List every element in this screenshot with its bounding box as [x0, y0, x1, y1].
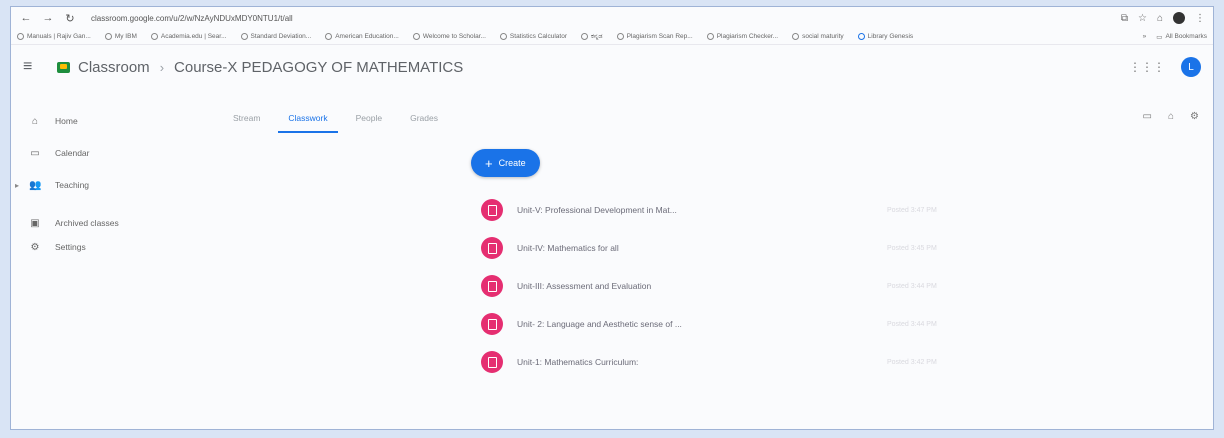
globe-icon [581, 33, 588, 40]
list-item[interactable]: Unit-IV: Mathematics for all Posted 3:45… [481, 229, 941, 267]
course-tabs: Stream Classwork People Grades [233, 113, 438, 133]
globe-icon [240, 33, 248, 40]
settings-icon: ⚙ [30, 241, 40, 253]
sidebar-item-teaching[interactable]: ▸ 👥 Teaching [11, 175, 201, 195]
browser-menu-icon[interactable]: ⋮ [1195, 13, 1205, 24]
classroom-logo-icon[interactable] [57, 61, 70, 73]
more-bookmarks-icon[interactable]: » [1143, 33, 1147, 40]
globe-icon [616, 33, 624, 40]
bookmark-item[interactable]: Statistics Calculator [499, 33, 567, 40]
assignment-icon [481, 313, 503, 335]
list-item[interactable]: Unit-V: Professional Development in Mat.… [481, 191, 941, 229]
browser-window: ← → ↻ classroom.google.com/u/2/w/NzAyNDU… [10, 6, 1214, 430]
bookmark-item[interactable]: My IBM [104, 33, 137, 40]
settings-icon[interactable]: ⚙ [1190, 111, 1199, 122]
sidebar-item-archived-classes[interactable]: ▣ Archived classes [11, 213, 201, 233]
globe-icon [499, 33, 507, 40]
tab-people[interactable]: People [356, 113, 382, 133]
address-bar-row: ← → ↻ classroom.google.com/u/2/w/NzAyNDU… [11, 7, 1213, 29]
apps-grid-icon[interactable]: ⋮⋮⋮ [1129, 60, 1165, 74]
cast-icon[interactable]: ⧉ [1121, 13, 1128, 24]
globe-icon [412, 33, 420, 40]
assignment-icon [481, 237, 503, 259]
tab-stream[interactable]: Stream [233, 113, 260, 133]
globe-icon [325, 33, 333, 40]
app-header: ≡ Classroom › Course-X PEDAGOGY OF MATHE… [11, 45, 1213, 89]
profile-icon[interactable] [1173, 12, 1185, 24]
folder-icon: ▭ [1156, 33, 1163, 41]
classwork-list: Unit-V: Professional Development in Mat.… [481, 191, 941, 381]
globe-icon [104, 33, 112, 40]
app-title[interactable]: Classroom [78, 59, 150, 76]
create-button[interactable]: + Create [471, 149, 540, 177]
chevron-right-icon: › [159, 59, 165, 75]
book-icon [857, 33, 865, 40]
assignment-icon [481, 351, 503, 373]
plus-icon: + [485, 155, 493, 171]
drive-folder-icon[interactable]: ⌂ [1168, 111, 1174, 122]
bookmark-item[interactable]: Manuals | Rajiv Gan... [17, 33, 91, 40]
sidebar-item-home[interactable]: ⌂ Home [11, 111, 201, 131]
bookmarks-bar: Manuals | Rajiv Gan... My IBM Academia.e… [11, 29, 1213, 45]
reload-icon[interactable]: ↻ [63, 12, 77, 25]
globe-icon [150, 33, 158, 40]
sidebar-item-settings[interactable]: ⚙ Settings [11, 237, 201, 257]
list-item[interactable]: Unit-III: Assessment and Evaluation Post… [481, 267, 941, 305]
bookmark-item[interactable]: ಕನ್ನಡ [581, 33, 603, 41]
sidebar: ⌂ Home ▭ Calendar ▸ 👥 Teaching ▣ Archive… [11, 111, 201, 269]
bookmark-item[interactable]: Plagiarism Checker... [706, 33, 778, 40]
tab-grades[interactable]: Grades [410, 113, 438, 133]
caret-right-icon[interactable]: ▸ [15, 181, 19, 190]
hamburger-menu-icon[interactable]: ≡ [23, 58, 45, 76]
star-icon[interactable]: ☆ [1138, 13, 1147, 24]
tab-toolbar: ▭ ⌂ ⚙ [1143, 111, 1199, 122]
calendar-icon[interactable]: ▭ [1143, 111, 1152, 122]
home-icon: ⌂ [31, 115, 39, 127]
forward-icon[interactable]: → [41, 12, 55, 24]
bookmark-item[interactable]: Welcome to Scholar... [412, 33, 486, 40]
archive-icon: ▣ [30, 217, 40, 229]
bookmark-item[interactable]: Academia.edu | Sear... [150, 33, 227, 40]
teaching-icon: 👥 [29, 179, 42, 191]
back-icon[interactable]: ← [19, 12, 33, 24]
globe-icon [706, 33, 714, 40]
globe-icon [17, 33, 24, 40]
list-item[interactable]: Unit- 2: Language and Aesthetic sense of… [481, 305, 941, 343]
course-title[interactable]: Course-X PEDAGOGY OF MATHEMATICS [174, 59, 463, 76]
tab-classwork[interactable]: Classwork [278, 113, 338, 133]
assignment-icon [481, 275, 503, 297]
calendar-icon: ▭ [30, 147, 40, 159]
list-item[interactable]: Unit-1: Mathematics Curriculum: Posted 3… [481, 343, 941, 381]
all-bookmarks[interactable]: ▭ All Bookmarks [1156, 33, 1207, 41]
globe-icon [792, 33, 800, 40]
bookmark-item[interactable]: Plagiarism Scan Rep... [616, 33, 693, 40]
avatar[interactable]: L [1181, 57, 1201, 77]
bookmark-item[interactable]: Standard Deviation... [240, 33, 311, 40]
bookmark-item[interactable]: Library Genesis [857, 33, 913, 40]
extensions-icon[interactable]: ⌂ [1157, 13, 1163, 24]
bookmark-item[interactable]: American Education... [325, 33, 399, 40]
sidebar-item-calendar[interactable]: ▭ Calendar [11, 143, 201, 163]
assignment-icon [481, 199, 503, 221]
bookmark-item[interactable]: social maturity [792, 33, 844, 40]
url-field[interactable]: classroom.google.com/u/2/w/NzAyNDUxMDY0N… [91, 14, 1113, 23]
